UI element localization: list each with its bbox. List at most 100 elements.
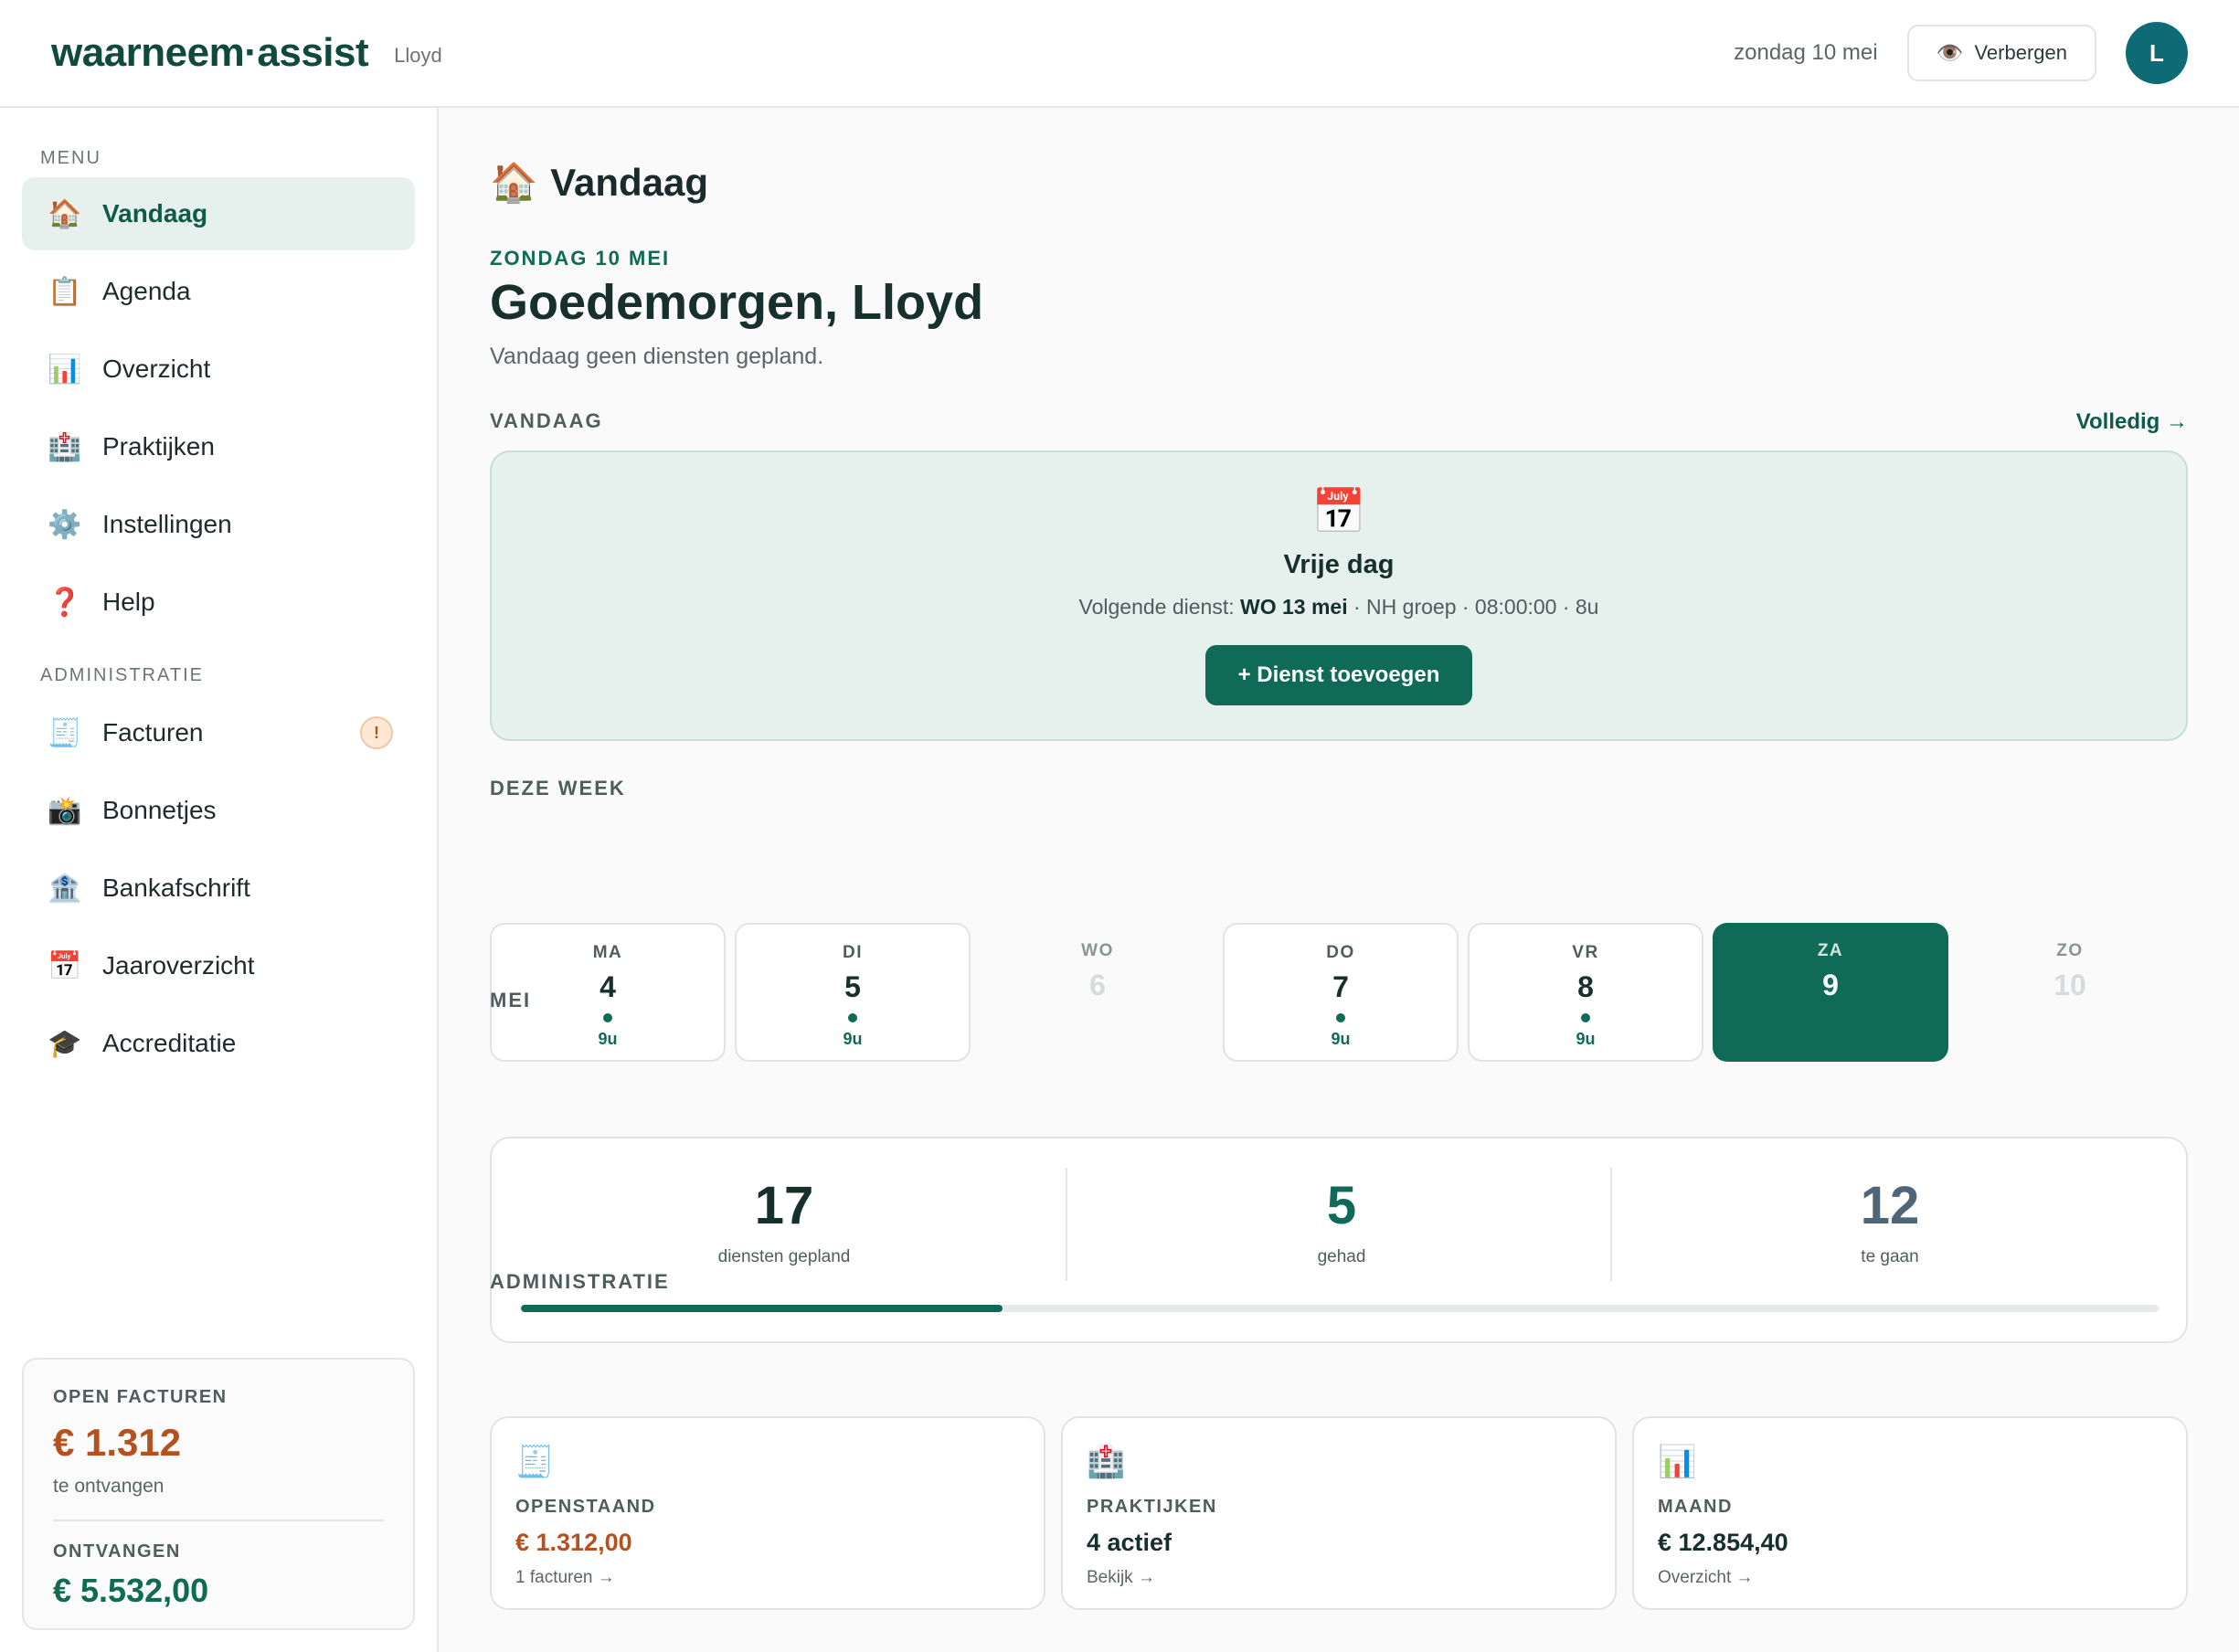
avatar[interactable]: L: [2126, 22, 2188, 84]
shift-dot: [1336, 1013, 1345, 1022]
top-bar: waarneem·assist Lloyd zondag 10 mei 👁️ V…: [0, 0, 2239, 108]
sidebar-item-overzicht[interactable]: 📊 Overzicht: [22, 333, 415, 406]
greeting: Goedemorgen, Lloyd: [490, 275, 984, 330]
sidebar-item-praktijken[interactable]: 🏥 Praktijken: [22, 410, 415, 483]
day-name: WO: [1081, 941, 1114, 960]
day-vr[interactable]: VR 8 9u: [1468, 923, 1703, 1062]
next-shift-details: · NH groep · 08:00:00 · 8u: [1347, 595, 1599, 619]
stat-done: 5 gehad: [1086, 1175, 1597, 1267]
summary-divider: [53, 1520, 384, 1521]
admin-card-maand[interactable]: 📊 MAAND € 12.854,40 Overzicht →: [1632, 1416, 2188, 1610]
day-number: 10: [2053, 969, 2086, 1001]
sidebar-item-instellingen[interactable]: ⚙️ Instellingen: [22, 488, 415, 561]
admin-card-link[interactable]: Overzicht →: [1658, 1568, 2162, 1588]
receipt-icon: 🧾: [48, 717, 82, 748]
day-hours: 9u: [1331, 1030, 1351, 1048]
page-title-text: Vandaag: [550, 161, 709, 204]
admin-section-label: ADMINISTRATIE: [490, 1270, 670, 1293]
sidebar-item-accreditatie[interactable]: 🎓 Accreditatie: [22, 1007, 415, 1080]
day-number: 9: [1822, 969, 1839, 1001]
day-number: 8: [1577, 970, 1594, 1003]
house-icon: 🏠: [48, 198, 82, 229]
day-di[interactable]: DI 5 9u: [735, 923, 971, 1062]
sidebar-item-label: Bonnetjes: [102, 796, 217, 824]
receipt-icon: 🧾: [515, 1445, 555, 1479]
sidebar-item-vandaag[interactable]: 🏠 Vandaag: [22, 177, 415, 250]
next-shift-day: WO 13 mei: [1240, 595, 1348, 619]
day-wo[interactable]: WO 6: [980, 923, 1215, 1062]
hospital-icon: 🏥: [1087, 1445, 1126, 1479]
admin-card-value: € 12.854,40: [1658, 1529, 1788, 1556]
sidebar-item-bankafschrift[interactable]: 🏦 Bankafschrift: [22, 852, 415, 925]
day-number: 7: [1332, 970, 1349, 1003]
stat-todo: 12 te gaan: [1634, 1175, 2146, 1267]
bank-icon: 🏦: [48, 873, 82, 904]
month-section-label: MEI: [490, 989, 532, 1011]
day-zo[interactable]: ZO 10: [1952, 923, 2188, 1062]
shift-dot: [848, 1013, 857, 1022]
sidebar-item-jaaroverzicht[interactable]: 📅 Jaaroverzicht: [22, 929, 415, 1002]
admin-card-value: 4 actief: [1087, 1529, 1173, 1556]
sidebar-item-label: Instellingen: [102, 510, 232, 538]
bar-chart-icon: 📊: [48, 354, 82, 385]
calendar-icon: 📅: [48, 950, 82, 981]
open-invoices-value: € 1.312: [53, 1421, 182, 1464]
next-shift: Volgende dienst: WO 13 mei · NH groep · …: [492, 595, 2186, 620]
question-icon: ❓: [48, 587, 82, 618]
full-view-link[interactable]: Volledig →: [2076, 409, 2188, 435]
stat-planned-label: diensten gepland: [717, 1247, 851, 1266]
app-logo[interactable]: waarneem·assist: [51, 30, 369, 76]
month-progress-bar: [521, 1305, 2159, 1312]
admin-card-link[interactable]: Bekijk →: [1087, 1568, 1591, 1588]
today-section-label: VANDAAG: [490, 409, 603, 432]
greeting-subtitle: Vandaag geen diensten gepland.: [490, 344, 824, 369]
clipboard-icon: 📋: [48, 276, 82, 307]
admin-card-openstaand[interactable]: 🧾 OPENSTAAND € 1.312,00 1 facturen →: [490, 1416, 1045, 1610]
sidebar-item-label: Accreditatie: [102, 1029, 237, 1057]
admin-card-label: MAAND: [1658, 1497, 1733, 1517]
hide-button-label: Verbergen: [1974, 41, 2067, 64]
sidebar-item-label: Overzicht: [102, 355, 211, 383]
admin-card-link[interactable]: 1 facturen →: [515, 1568, 1020, 1588]
day-za[interactable]: ZA 9: [1713, 923, 1948, 1062]
camera-icon: 📸: [48, 795, 82, 826]
day-do[interactable]: DO 7 9u: [1223, 923, 1459, 1062]
sidebar-item-bonnetjes[interactable]: 📸 Bonnetjes: [22, 774, 415, 847]
admin-card-label: OPENSTAAND: [515, 1497, 656, 1517]
today-card: 📅 Vrije dag Volgende dienst: WO 13 mei ·…: [490, 450, 2188, 741]
sidebar-item-agenda[interactable]: 📋 Agenda: [22, 255, 415, 328]
day-number: 5: [844, 970, 861, 1003]
sidebar-item-label: Bankafschrift: [102, 874, 250, 902]
admin-card-praktijken[interactable]: 🏥 PRAKTIJKEN 4 actief Bekijk →: [1061, 1416, 1617, 1610]
header-date: zondag 10 mei: [1734, 40, 1878, 65]
add-shift-button[interactable]: + Dienst toevoegen: [1204, 645, 1473, 705]
sidebar-item-facturen[interactable]: 🧾 Facturen !: [22, 696, 415, 769]
eye-icon: 👁️: [1936, 40, 1964, 66]
admin-heading: ADMINISTRATIE: [40, 665, 204, 685]
alert-badge: !: [360, 716, 393, 749]
calendar-icon: 📅: [1311, 488, 1366, 536]
day-name: ZO: [2056, 941, 2084, 960]
sidebar-item-label: Jaaroverzicht: [102, 951, 255, 980]
bar-chart-icon: 📊: [1658, 1445, 1697, 1479]
stat-planned: 17 diensten gepland: [528, 1175, 1040, 1267]
sidebar-item-label: Agenda: [102, 277, 191, 305]
stat-divider: [1066, 1168, 1067, 1281]
open-invoices-sub: te ontvangen: [53, 1476, 164, 1497]
day-hours: 9u: [843, 1030, 863, 1048]
sidebar-item-label: Help: [102, 588, 155, 616]
week-strip: MA 4 9u DI 5 9u WO 6 DO 7 9u VR 8 9u ZA …: [490, 923, 2188, 1062]
next-shift-prefix: Volgende dienst:: [1078, 595, 1240, 619]
open-invoices-label: OPEN FACTUREN: [53, 1387, 228, 1407]
sidebar-item-label: Praktijken: [102, 432, 215, 461]
stat-done-label: gehad: [1317, 1247, 1366, 1266]
sidebar-item-help[interactable]: ❓ Help: [22, 566, 415, 639]
admin-card-label: PRAKTIJKEN: [1087, 1497, 1217, 1517]
house-icon: 🏠: [490, 161, 538, 204]
hide-button[interactable]: 👁️ Verbergen: [1906, 25, 2096, 81]
date-eyebrow: ZONDAG 10 MEI: [490, 247, 671, 270]
admin-card-value: € 1.312,00: [515, 1529, 632, 1556]
sidebar-item-label: Vandaag: [102, 199, 208, 228]
day-name: ZA: [1817, 941, 1844, 960]
month-progress-fill: [521, 1305, 1003, 1312]
